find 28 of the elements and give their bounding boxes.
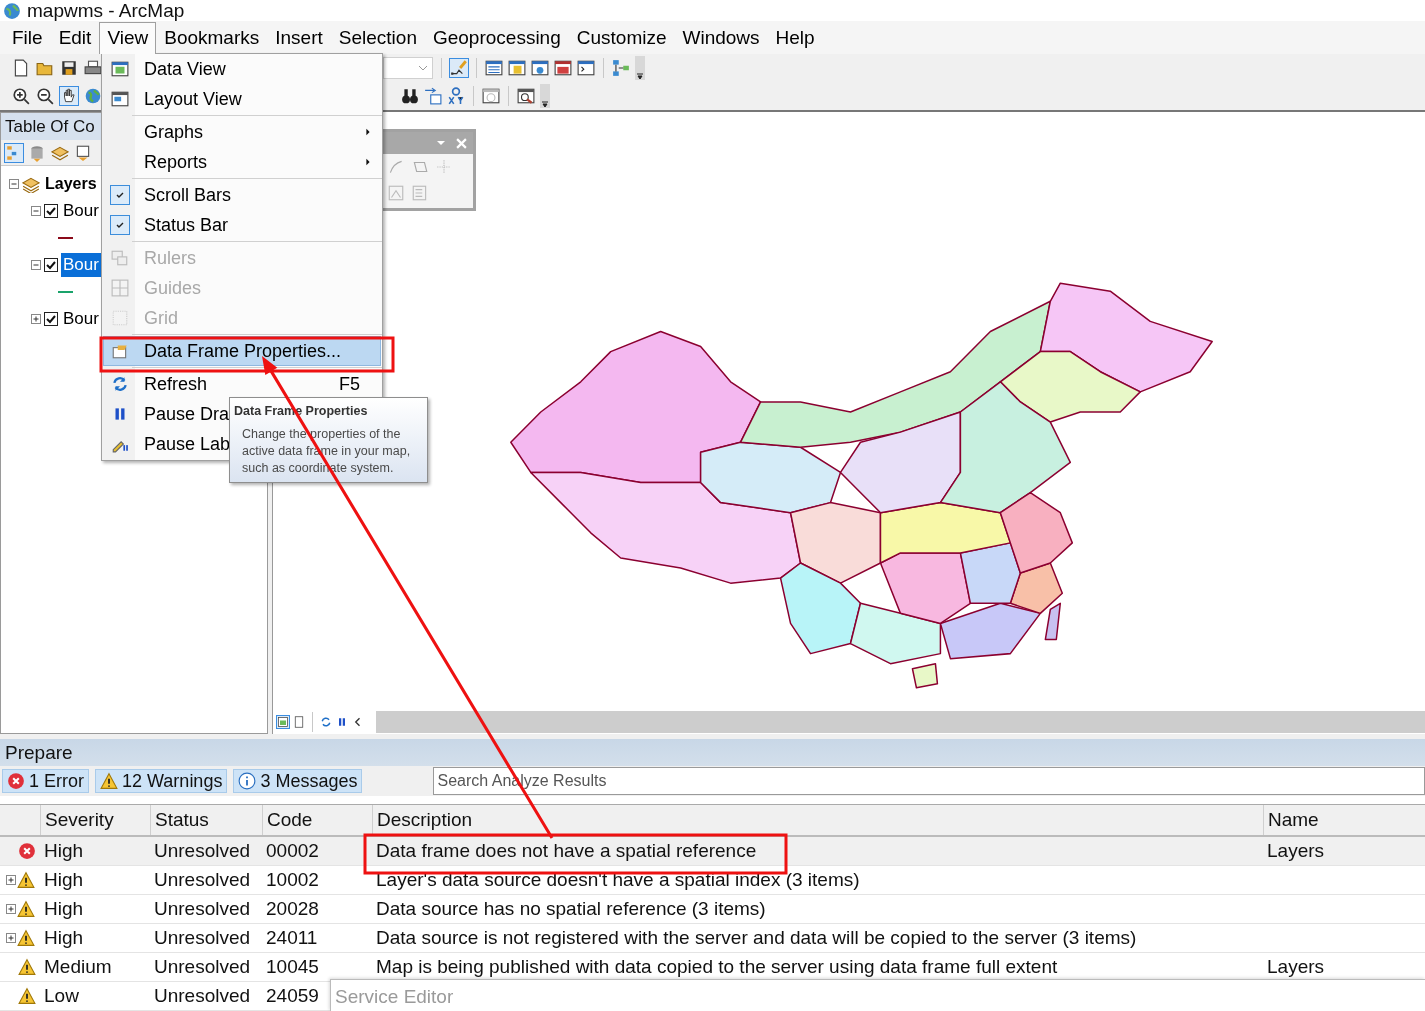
table-cell: Layers bbox=[1267, 840, 1325, 862]
table-cell: 10045 bbox=[266, 956, 319, 978]
table-cell: 24059 bbox=[266, 985, 319, 1007]
table-cell: High bbox=[44, 927, 84, 949]
table-cell: High bbox=[44, 869, 84, 891]
table-cell: Unresolved bbox=[154, 985, 251, 1007]
table-cell: 20028 bbox=[266, 898, 319, 920]
panel-title: Prepare bbox=[0, 739, 1425, 766]
table-cell: 10002 bbox=[266, 869, 319, 891]
window-title: Service Editor bbox=[335, 986, 454, 1007]
window-title: mapwms - ArcMap bbox=[27, 0, 185, 21]
table-cell: Unresolved bbox=[154, 898, 251, 920]
table-cell: Medium bbox=[44, 956, 112, 978]
table-cell: Unresolved bbox=[154, 869, 251, 891]
table-cell: 24011 bbox=[266, 927, 318, 949]
table-cell: Layers bbox=[1267, 956, 1325, 978]
table-cell: Unresolved bbox=[154, 927, 251, 949]
table-cell: High bbox=[44, 898, 84, 920]
table-cell: 00002 bbox=[266, 840, 319, 862]
table-cell: Data source has no spatial reference (3 items) bbox=[376, 898, 766, 920]
table-cell: Layer's data source doesn't have a spatial index (3 items) bbox=[376, 869, 860, 891]
table-cell: High bbox=[44, 840, 84, 862]
table-cell: Unresolved bbox=[154, 956, 251, 978]
table-cell: Map is being published with data copied to the server using data frame full extent bbox=[376, 956, 1058, 978]
table-cell: Data frame does not have a spatial reference bbox=[376, 840, 757, 862]
table-cell: Low bbox=[44, 985, 79, 1007]
table-cell: Data source is not registered with the server and data will be copied to the server (3 items) bbox=[376, 927, 1137, 949]
table-cell: Unresolved bbox=[154, 840, 251, 862]
